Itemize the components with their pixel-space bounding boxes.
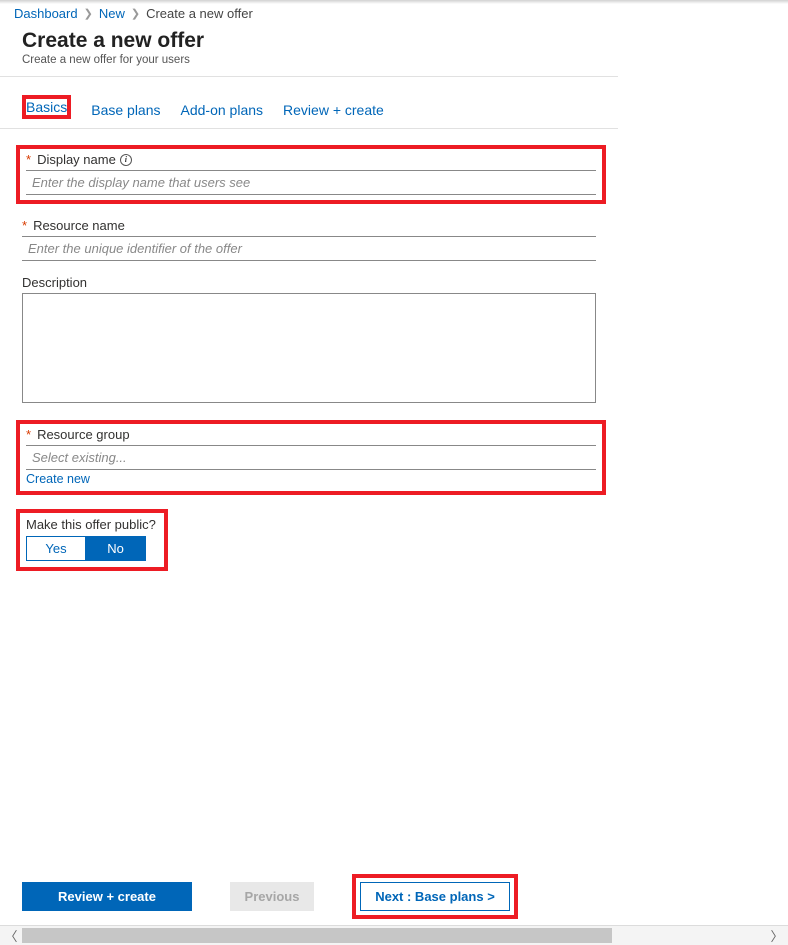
page-header: Create a new offer Create a new offer fo…: [0, 25, 618, 77]
footer-bar: Review + create Previous Next : Base pla…: [0, 874, 618, 919]
next-button[interactable]: Next : Base plans >: [360, 882, 510, 911]
previous-button: Previous: [230, 882, 314, 911]
scroll-thumb[interactable]: [22, 928, 612, 943]
scroll-right-arrow-icon[interactable]: 〉: [766, 926, 788, 945]
description-input[interactable]: [22, 293, 596, 403]
breadcrumb-dashboard[interactable]: Dashboard: [14, 6, 78, 21]
page-subtitle: Create a new offer for your users: [22, 54, 618, 66]
field-display-name: * Display name i: [16, 145, 606, 204]
resource-name-input[interactable]: [22, 236, 596, 261]
next-button-highlight: Next : Base plans >: [352, 874, 518, 919]
info-icon[interactable]: i: [120, 154, 132, 166]
required-star: *: [26, 427, 31, 442]
field-public-toggle: Make this offer public? Yes No: [16, 509, 168, 571]
horizontal-scrollbar[interactable]: 〈 〉: [0, 925, 788, 945]
resource-group-select[interactable]: [26, 445, 596, 470]
toggle-yes[interactable]: Yes: [26, 536, 86, 561]
chevron-right-icon: ❯: [84, 7, 93, 20]
tab-base-plans[interactable]: Base plans: [91, 96, 160, 128]
chevron-right-icon: ❯: [131, 7, 140, 20]
field-resource-name: * Resource name: [22, 218, 596, 261]
resource-name-label: Resource name: [33, 218, 125, 233]
scroll-left-arrow-icon[interactable]: 〈: [0, 926, 22, 945]
tab-basics-label: Basics: [26, 99, 67, 115]
review-create-button[interactable]: Review + create: [22, 882, 192, 911]
required-star: *: [22, 218, 27, 233]
scroll-track[interactable]: [22, 926, 766, 945]
tab-addon-plans[interactable]: Add-on plans: [181, 96, 264, 128]
breadcrumb-current: Create a new offer: [146, 6, 253, 21]
public-toggle-label: Make this offer public?: [26, 517, 156, 532]
toggle-no[interactable]: No: [86, 536, 146, 561]
display-name-label: Display name: [37, 152, 116, 167]
page-title: Create a new offer: [22, 29, 618, 53]
resource-group-label: Resource group: [37, 427, 130, 442]
tab-review-create[interactable]: Review + create: [283, 96, 384, 128]
create-new-link[interactable]: Create new: [26, 472, 90, 486]
tab-basics[interactable]: Basics: [22, 95, 71, 119]
breadcrumb-new[interactable]: New: [99, 6, 125, 21]
field-resource-group: * Resource group Create new: [16, 420, 606, 495]
required-star: *: [26, 152, 31, 167]
display-name-input[interactable]: [26, 170, 596, 195]
tabs: Basics Base plans Add-on plans Review + …: [0, 77, 618, 129]
field-description: Description: [22, 275, 596, 406]
description-label: Description: [22, 275, 87, 290]
